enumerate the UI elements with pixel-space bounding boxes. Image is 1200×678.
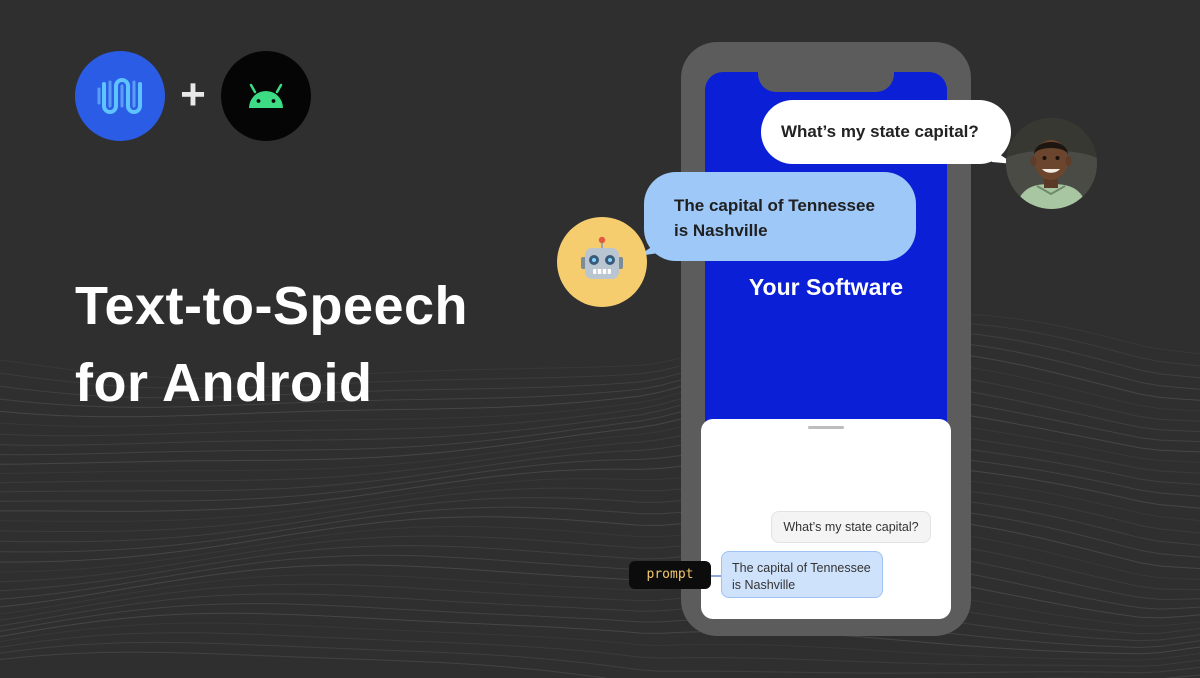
user-avatar [1006,118,1097,209]
wave-logo-icon [97,78,142,114]
robot-face-icon [581,236,623,279]
title-line-1: Text-to-Speech [75,276,469,336]
page-title: Text-to-Speech for Android [75,268,535,422]
wave-line [0,460,1200,512]
user-speech-bubble: What’s my state capital? [761,100,1011,164]
android-icon [249,83,283,108]
prompt-connector [711,575,721,577]
brand-logo [75,51,165,141]
wave-line [0,472,1200,522]
ai-bubble-line-2: is Nashville [674,221,768,240]
child-avatar-icon [1006,118,1097,209]
plus-separator: + [180,70,206,119]
wave-line [0,622,1200,661]
chat-user-message: What’s my state capital? [771,511,931,543]
wave-line [0,413,1200,474]
phone-notch [758,72,894,92]
wave-line [0,504,1200,558]
wave-line [0,514,1200,569]
chat-ai-message: The capital of Tennessee is Nashville [721,551,883,598]
app-label: Your Software [748,274,904,300]
android-logo [221,51,311,141]
sheet-drag-handle[interactable] [808,426,844,429]
robot-avatar [557,217,647,307]
ai-bubble-line-1: The capital of Tennessee [674,196,875,215]
wave-line [0,424,1200,484]
ai-speech-bubble: The capital of Tennessee is Nashville [644,172,916,261]
wave-line [0,574,1200,627]
wave-line [0,593,1200,642]
prompt-tag: prompt [629,561,711,589]
title-line-2: for Android [75,353,373,413]
